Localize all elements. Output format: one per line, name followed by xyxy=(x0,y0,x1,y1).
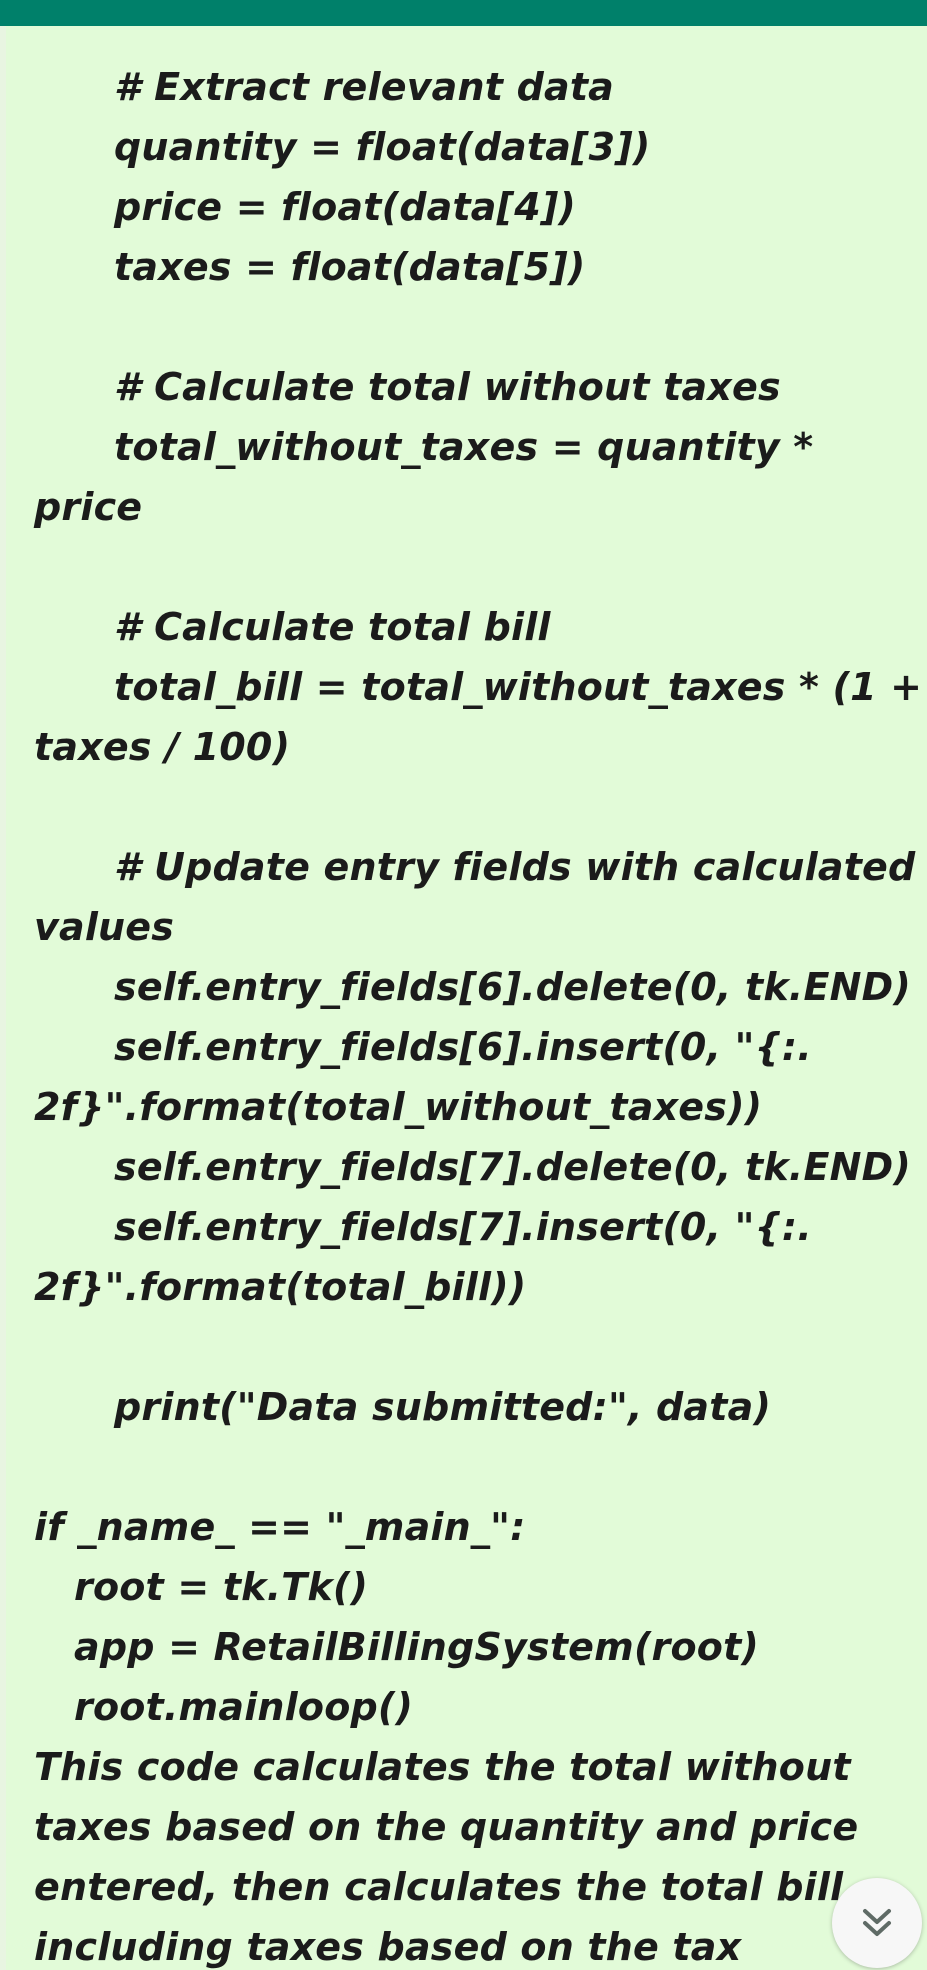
code-line: root = tk.Tk() xyxy=(74,1565,369,1609)
code-line: 2f}".format(total_without_taxes)) xyxy=(34,1085,763,1129)
code-line: total_without_taxes = quantity * xyxy=(114,425,814,469)
code-line: taxes / 100) xyxy=(34,725,291,769)
code-line: price = float(data[4]) xyxy=(114,185,576,229)
code-line: taxes = float(data[5]) xyxy=(114,245,586,289)
scroll-to-bottom-button[interactable] xyxy=(832,1878,922,1968)
code-line: self.entry_fields[7].insert(0, "{:. xyxy=(114,1205,812,1249)
code-line: if _name_ == "_main_": xyxy=(34,1505,526,1549)
top-bar xyxy=(0,0,927,26)
double-chevron-down-icon xyxy=(863,1909,891,1936)
code-line: 2f}".format(total_bill)) xyxy=(34,1265,527,1309)
code-line: values xyxy=(34,905,175,949)
code-line: root.mainloop() xyxy=(74,1685,414,1729)
code-line: # Calculate total bill xyxy=(114,605,551,649)
code-line: quantity = float(data[3]) xyxy=(114,125,651,169)
explanation-line: entered, then calculates the total bill xyxy=(34,1865,844,1909)
explanation-line: taxes based on the quantity and price xyxy=(34,1805,859,1849)
code-line: # Calculate total without taxes xyxy=(114,365,781,409)
code-line: price xyxy=(34,485,143,529)
code-line: self.entry_fields[6].insert(0, "{:. xyxy=(114,1025,812,1069)
explanation-line: including taxes based on the tax xyxy=(34,1925,742,1969)
explanation-line: This code calculates the total without xyxy=(34,1745,851,1789)
code-line: self.entry_fields[6].delete(0, tk.END) xyxy=(114,965,911,1009)
code-line: self.entry_fields[7].delete(0, tk.END) xyxy=(114,1145,911,1189)
code-line: # Extract relevant data xyxy=(114,65,615,109)
code-line: print("Data submitted:", data) xyxy=(114,1385,772,1429)
code-line: # Update entry fields with calculated xyxy=(114,845,916,889)
code-line: app = RetailBillingSystem(root) xyxy=(74,1625,760,1669)
code-line: total_bill = total_without_taxes * (1 + xyxy=(114,665,923,709)
